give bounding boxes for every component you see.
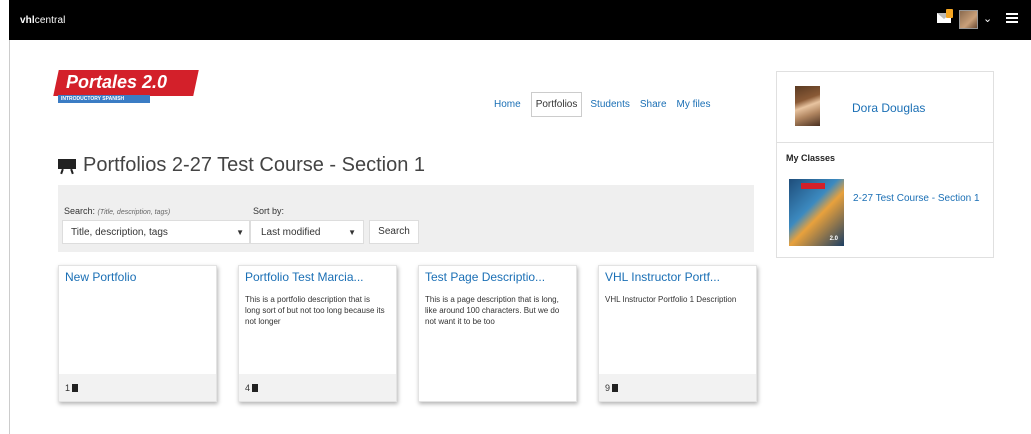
brand-bold-text: vhl — [20, 15, 35, 26]
card-title[interactable]: New Portfolio — [65, 270, 215, 284]
card-footer: 4 — [239, 374, 396, 401]
nav-home[interactable]: Home — [494, 99, 521, 110]
logo-subtitle: INTRODUCTORY SPANISH — [58, 95, 150, 103]
sort-label: Sort by: — [253, 206, 285, 216]
nav-share[interactable]: Share — [640, 99, 667, 110]
profile-photo — [795, 86, 820, 126]
caret-down-icon: ▼ — [236, 228, 244, 237]
card-description: This is a page description that is long,… — [425, 295, 560, 326]
page-title: Portfolios 2-27 Test Course - Section 1 — [83, 154, 426, 176]
nav-portfolios[interactable]: Portfolios — [530, 92, 583, 117]
portfolio-card[interactable]: New Portfolio 1 — [58, 265, 217, 402]
chevron-down-icon[interactable]: ⌄ — [983, 12, 992, 25]
top-bar: vhlcentral ⌄ — [9, 0, 1031, 40]
portfolio-card[interactable]: VHL Instructor Portf... VHL Instructor P… — [598, 265, 757, 402]
profile-header: Dora Douglas — [777, 72, 993, 143]
search-hint: (Title, description, tags) — [97, 209, 171, 216]
page-card[interactable]: Test Page Descriptio... This is a page d… — [418, 265, 577, 402]
card-title[interactable]: VHL Instructor Portf... — [605, 270, 755, 284]
page-count: 9 — [605, 383, 611, 393]
card-description: VHL Instructor Portfolio 1 Description — [605, 295, 737, 304]
page-count: 1 — [65, 383, 71, 393]
card-footer: 1 — [59, 374, 216, 401]
vhlcentral-logo[interactable]: vhlcentral — [20, 15, 65, 26]
card-title[interactable]: Portfolio Test Marcia... — [245, 270, 395, 284]
search-field-select[interactable]: Title, description, tags ▼ — [62, 220, 250, 244]
sort-select[interactable]: Last modified ▼ — [250, 220, 364, 244]
class-book-cover[interactable]: 2.0 — [789, 179, 844, 246]
portfolio-card[interactable]: Portfolio Test Marcia... This is a portf… — [238, 265, 397, 402]
logo-title: Portales 2.0 — [66, 72, 168, 92]
presentation-board-icon — [58, 158, 76, 174]
class-link[interactable]: 2-27 Test Course - Section 1 — [853, 192, 991, 206]
page-count: 4 — [245, 383, 251, 393]
user-avatar-icon[interactable] — [959, 10, 978, 29]
main-nav: Home Portfolios Students Share My files — [494, 92, 720, 117]
document-icon — [612, 384, 619, 392]
brand-text: central — [34, 15, 66, 26]
profile-name[interactable]: Dora Douglas — [852, 101, 925, 115]
card-description: This is a portfolio description that is … — [245, 295, 385, 326]
portales-logo[interactable]: Portales 2.0 INTRODUCTORY SPANISH — [53, 70, 200, 104]
document-icon — [252, 384, 259, 392]
search-label-text: Search: — [64, 206, 96, 216]
caret-down-icon: ▼ — [348, 228, 356, 237]
search-button[interactable]: Search — [369, 220, 419, 244]
hamburger-menu-icon[interactable] — [1006, 13, 1018, 23]
sort-value: Last modified — [261, 227, 321, 238]
notification-badge — [946, 9, 953, 18]
left-border — [9, 40, 10, 434]
nav-students[interactable]: Students — [590, 99, 629, 110]
page-header: Portfolios 2-27 Test Course - Section 1 — [58, 154, 425, 177]
card-footer: 9 — [599, 374, 756, 401]
card-title[interactable]: Test Page Descriptio... — [425, 270, 575, 284]
book-cover-number: 2.0 — [829, 236, 838, 242]
profile-panel: Dora Douglas My Classes 2.0 2-27 Test Co… — [776, 71, 994, 258]
search-panel: Search: (Title, description, tags) Sort … — [58, 185, 754, 252]
my-classes-heading: My Classes — [786, 153, 836, 163]
search-field-value: Title, description, tags — [71, 227, 168, 238]
book-cover-title — [801, 183, 825, 189]
search-label: Search: (Title, description, tags) — [64, 206, 170, 216]
document-icon — [72, 384, 79, 392]
nav-my-files[interactable]: My files — [677, 99, 711, 110]
